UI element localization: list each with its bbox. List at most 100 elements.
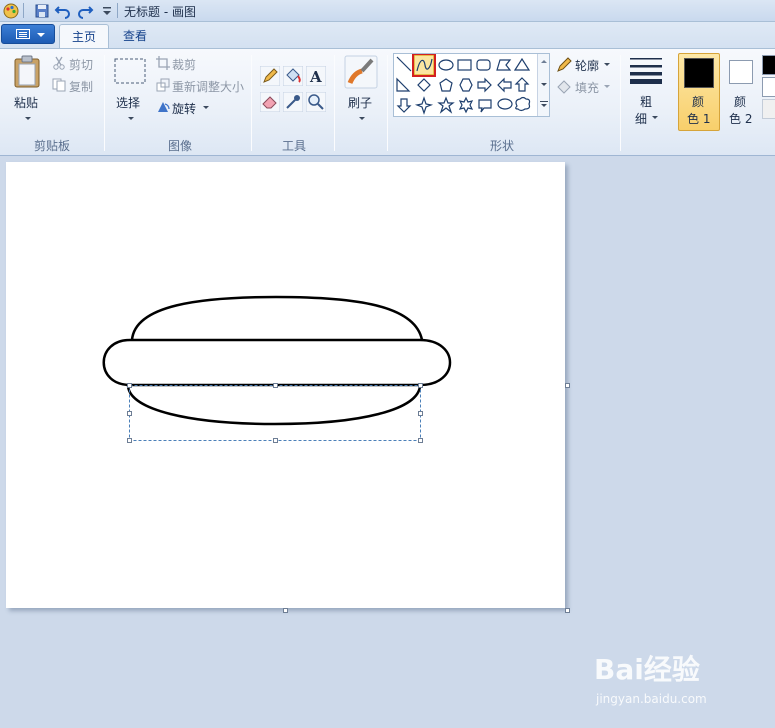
tools-grid: A — [260, 66, 326, 112]
chevron-down-icon — [37, 33, 45, 37]
outline-icon — [557, 57, 572, 72]
cloud-callout-shape-icon[interactable] — [515, 96, 531, 112]
selection-handle[interactable] — [418, 438, 423, 443]
line-shape-icon[interactable] — [396, 56, 412, 72]
size-button[interactable]: 细 — [635, 110, 647, 127]
outline-button[interactable]: 轮廓 — [575, 57, 599, 74]
rotate-button[interactable]: 旋转 — [172, 100, 196, 117]
svg-text:A: A — [309, 68, 322, 86]
save-icon[interactable] — [33, 2, 51, 20]
fill-icon — [557, 80, 571, 94]
color2-swatch[interactable] — [729, 60, 753, 84]
line-size-icon — [630, 58, 662, 84]
crop-button[interactable]: 裁剪 — [172, 56, 196, 73]
shapes-gallery-scrollbar[interactable] — [537, 54, 549, 116]
five-point-star-shape-icon[interactable] — [437, 96, 455, 114]
rounded-callout-shape-icon[interactable] — [478, 99, 492, 113]
resize-icon — [156, 78, 170, 92]
tab-view[interactable]: 查看 — [111, 24, 159, 48]
tools-group-label: 工具 — [281, 139, 306, 153]
copy-button[interactable]: 复制 — [69, 78, 93, 95]
tab-home[interactable]: 主页 — [59, 24, 110, 48]
group-divider — [334, 55, 335, 151]
title-separator — [117, 3, 118, 18]
customize-qat-icon[interactable] — [98, 2, 116, 20]
drawing-canvas[interactable] — [6, 162, 565, 608]
paste-dropdown-icon[interactable] — [25, 117, 31, 120]
size-label-top: 粗 — [640, 95, 653, 109]
fill-dropdown-icon[interactable] — [604, 85, 610, 88]
canvas-resize-handle-right[interactable] — [565, 383, 570, 388]
rounded-rectangle-shape-icon[interactable] — [476, 59, 491, 71]
right-arrow-shape-icon[interactable] — [477, 77, 492, 93]
palette-color-white[interactable] — [762, 77, 775, 97]
brushes-button[interactable]: 刷子 — [348, 94, 372, 111]
watermark-logo-text: Bai经验 — [594, 653, 700, 686]
four-point-star-shape-icon[interactable] — [414, 96, 434, 115]
color2-label-top: 颜 — [734, 95, 747, 109]
window-title: 无标题 - 画图 — [124, 5, 196, 19]
scroll-down-icon[interactable] — [541, 83, 547, 86]
fill-button[interactable]: 填充 — [575, 79, 599, 96]
paste-button[interactable]: 粘贴 — [14, 94, 38, 111]
fill-bucket-icon[interactable] — [283, 66, 303, 86]
color1-swatch[interactable] — [684, 58, 714, 88]
oval-shape-icon[interactable] — [438, 59, 454, 71]
palette-color-black[interactable] — [762, 55, 775, 75]
expand-gallery-icon[interactable] — [540, 101, 548, 102]
resize-button[interactable]: 重新调整大小 — [172, 78, 244, 95]
left-arrow-shape-icon[interactable] — [497, 77, 512, 93]
watermark-url: jingyan.baidu.com — [596, 692, 707, 706]
down-arrow-shape-icon[interactable] — [396, 98, 412, 113]
select-dropdown-icon[interactable] — [128, 117, 134, 120]
canvas-resize-handle-bottom[interactable] — [283, 608, 288, 613]
expand-gallery-arrow-icon[interactable] — [541, 104, 547, 107]
polygon-shape-icon[interactable] — [496, 59, 512, 71]
color-picker-icon[interactable] — [283, 92, 303, 112]
scroll-up-icon[interactable] — [541, 60, 547, 63]
undo-icon[interactable] — [54, 2, 72, 20]
outline-dropdown-icon[interactable] — [604, 63, 610, 66]
clipboard-group-label: 剪贴板 — [33, 139, 70, 153]
color1-label-bottom: 色 1 — [687, 112, 711, 126]
palette-color-empty[interactable] — [762, 99, 775, 119]
paint-menu-button[interactable] — [1, 24, 55, 44]
diamond-shape-icon[interactable] — [417, 78, 431, 92]
paint-app-icon[interactable] — [2, 2, 20, 20]
cut-button[interactable]: 剪切 — [69, 56, 93, 73]
rotate-dropdown-icon[interactable] — [203, 106, 209, 109]
document-icon — [16, 29, 30, 39]
ribbon: 粘贴 剪切 复制 剪贴板 选择 裁剪 重新调整大小 旋转 图像 A 工具 刷子 … — [0, 48, 775, 156]
right-triangle-shape-icon[interactable] — [396, 77, 411, 92]
eraser-icon[interactable] — [260, 92, 280, 112]
canvas-resize-handle-corner[interactable] — [565, 608, 570, 613]
magnifier-icon[interactable] — [306, 92, 326, 112]
brushes-dropdown-icon[interactable] — [359, 117, 365, 120]
color2-label-bottom: 色 2 — [729, 112, 753, 126]
hexagon-shape-icon[interactable] — [459, 78, 473, 92]
selection-handle[interactable] — [273, 438, 278, 443]
text-tool-icon[interactable]: A — [306, 66, 326, 86]
selection-handle[interactable] — [273, 383, 278, 388]
six-point-star-shape-icon[interactable] — [458, 96, 474, 114]
redo-icon[interactable] — [76, 2, 94, 20]
rotate-icon — [158, 102, 170, 112]
pencil-icon[interactable] — [260, 66, 280, 86]
select-icon[interactable] — [114, 58, 146, 84]
selection-handle[interactable] — [418, 383, 423, 388]
selection-handle[interactable] — [127, 383, 132, 388]
triangle-shape-icon[interactable] — [513, 57, 531, 71]
copy-icon — [52, 78, 66, 92]
group-divider — [387, 55, 388, 151]
selection-handle[interactable] — [418, 411, 423, 416]
pentagon-shape-icon[interactable] — [439, 78, 453, 92]
paste-icon[interactable] — [12, 55, 42, 89]
oval-callout-shape-icon[interactable] — [497, 98, 513, 110]
brush-icon[interactable] — [344, 55, 378, 89]
up-arrow-shape-icon[interactable] — [514, 77, 530, 92]
selection-handle[interactable] — [127, 438, 132, 443]
select-button[interactable]: 选择 — [116, 94, 140, 111]
selection-handle[interactable] — [127, 411, 132, 416]
rectangle-shape-icon[interactable] — [457, 59, 472, 71]
size-dropdown-icon[interactable] — [652, 116, 658, 119]
